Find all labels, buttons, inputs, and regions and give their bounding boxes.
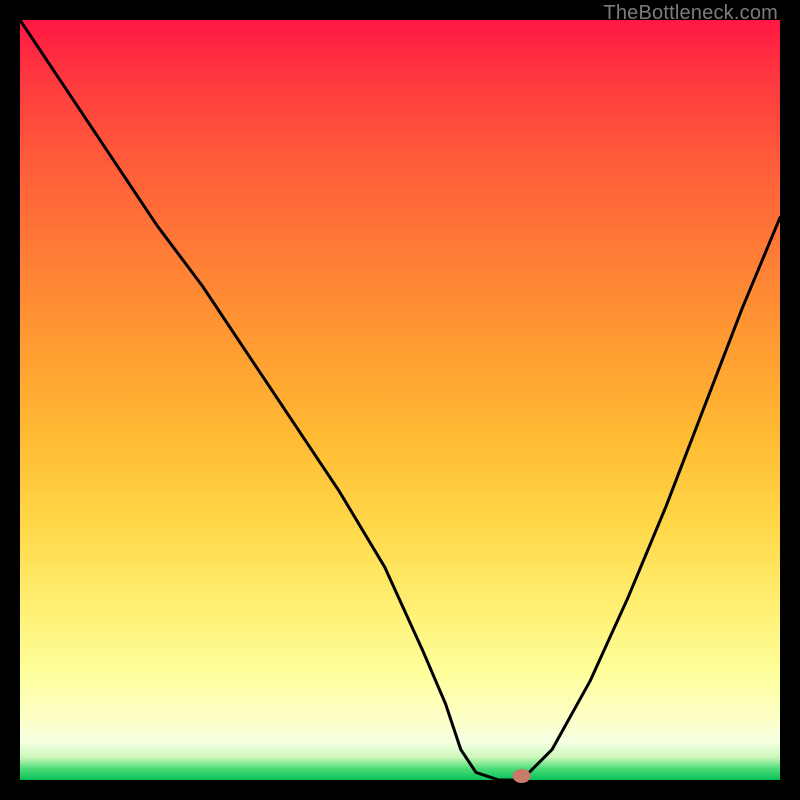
chart-frame: TheBottleneck.com [0,0,800,800]
optimum-marker [513,769,531,783]
curve-svg [20,20,780,780]
bottleneck-curve-line [20,20,780,780]
plot-area [20,20,780,780]
attribution-label: TheBottleneck.com [603,2,778,25]
